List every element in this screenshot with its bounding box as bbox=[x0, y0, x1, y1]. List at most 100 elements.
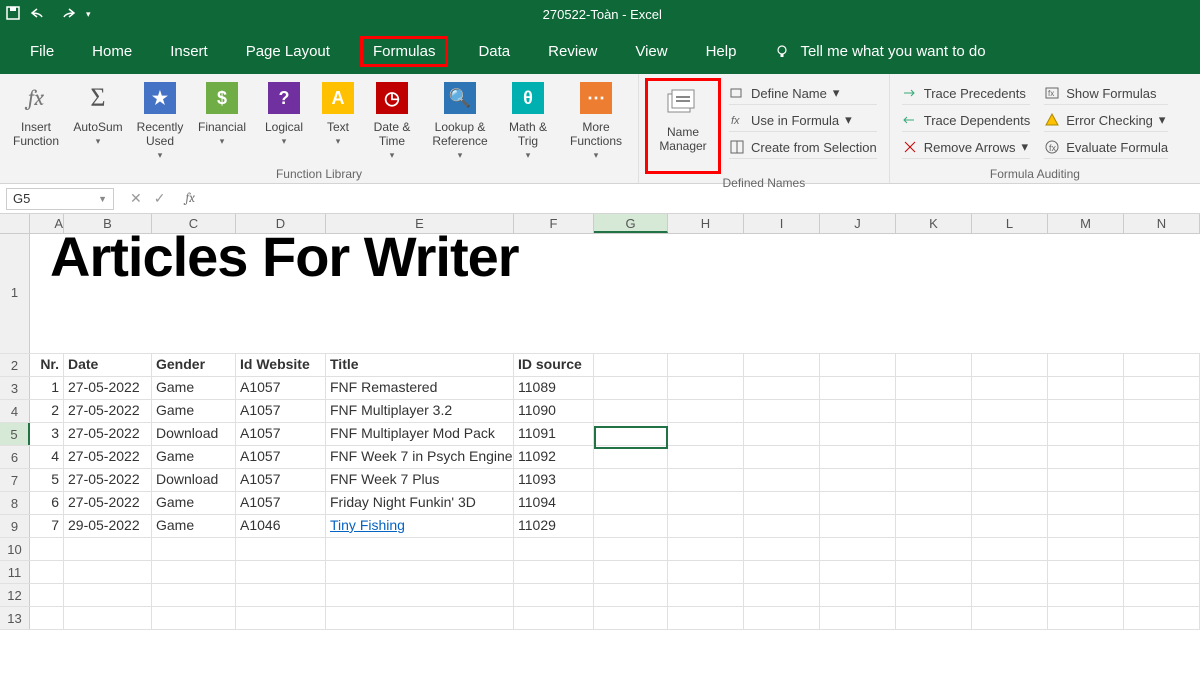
cell[interactable]: 27-05-2022 bbox=[64, 377, 152, 399]
tab-view[interactable]: View bbox=[627, 37, 675, 66]
header-cell[interactable]: ID source bbox=[514, 354, 594, 376]
cell[interactable]: 5 bbox=[30, 469, 64, 491]
cell[interactable]: FNF Remastered bbox=[326, 377, 514, 399]
cell[interactable]: A1057 bbox=[236, 446, 326, 468]
lookup-reference-button[interactable]: 🔍 Lookup & Reference▾ bbox=[424, 78, 496, 164]
trace-precedents-button[interactable]: Trace Precedents bbox=[902, 82, 1030, 105]
cell[interactable]: 11092 bbox=[514, 446, 594, 468]
cell[interactable]: 7 bbox=[30, 515, 64, 537]
row-header[interactable]: 5 bbox=[0, 423, 30, 445]
define-name-button[interactable]: Define Name ▾ bbox=[729, 82, 877, 105]
row-header[interactable]: 10 bbox=[0, 538, 30, 560]
error-checking-button[interactable]: Error Checking ▾ bbox=[1044, 109, 1168, 132]
financial-button[interactable]: $ Financial▾ bbox=[192, 78, 252, 164]
show-formulas-button[interactable]: fxShow Formulas bbox=[1044, 82, 1168, 105]
tab-insert[interactable]: Insert bbox=[162, 37, 216, 66]
cell[interactable]: Download bbox=[152, 423, 236, 445]
cell[interactable]: 3 bbox=[30, 423, 64, 445]
name-manager-button[interactable]: Name Manager bbox=[648, 83, 718, 169]
cell[interactable]: Friday Night Funkin' 3D bbox=[326, 492, 514, 514]
row-header[interactable]: 1 bbox=[0, 234, 30, 353]
cell[interactable]: A1057 bbox=[236, 400, 326, 422]
col-header[interactable]: J bbox=[820, 214, 896, 233]
tell-me[interactable]: Tell me what you want to do bbox=[774, 43, 985, 60]
formula-input[interactable] bbox=[203, 188, 1200, 210]
header-cell[interactable]: Nr. bbox=[30, 354, 64, 376]
cell[interactable] bbox=[594, 400, 668, 422]
date-time-button[interactable]: ◷ Date & Time▾ bbox=[362, 78, 422, 164]
cell[interactable]: Game bbox=[152, 492, 236, 514]
cell[interactable]: 11094 bbox=[514, 492, 594, 514]
header-cell[interactable]: Date bbox=[64, 354, 152, 376]
worksheet[interactable]: A B C D E F G H I J K L M N 1 Articles F… bbox=[0, 214, 1200, 630]
row-header[interactable]: 9 bbox=[0, 515, 30, 537]
cell[interactable]: A1057 bbox=[236, 423, 326, 445]
cell[interactable]: 11029 bbox=[514, 515, 594, 537]
enter-icon[interactable]: ✓ bbox=[154, 190, 166, 207]
cell[interactable] bbox=[594, 446, 668, 468]
col-header[interactable]: K bbox=[896, 214, 972, 233]
cell[interactable]: 11089 bbox=[514, 377, 594, 399]
name-box[interactable]: G5▼ bbox=[6, 188, 114, 210]
more-functions-button[interactable]: ⋯ More Functions▾ bbox=[560, 78, 632, 164]
cell[interactable] bbox=[594, 469, 668, 491]
row-header[interactable]: 13 bbox=[0, 607, 30, 629]
tab-help[interactable]: Help bbox=[698, 37, 745, 66]
title-cell[interactable]: Articles For Writer bbox=[40, 224, 519, 289]
cell[interactable]: 27-05-2022 bbox=[64, 423, 152, 445]
col-header[interactable]: H bbox=[668, 214, 744, 233]
col-header[interactable]: L bbox=[972, 214, 1048, 233]
insert-function-button[interactable]: fx Insert Function bbox=[6, 78, 66, 164]
cell[interactable]: 11093 bbox=[514, 469, 594, 491]
row-header[interactable]: 12 bbox=[0, 584, 30, 606]
remove-arrows-button[interactable]: Remove Arrows ▾ bbox=[902, 136, 1030, 159]
cell[interactable]: A1046 bbox=[236, 515, 326, 537]
tab-page-layout[interactable]: Page Layout bbox=[238, 37, 338, 66]
row-header[interactable]: 11 bbox=[0, 561, 30, 583]
cell[interactable]: 2 bbox=[30, 400, 64, 422]
row-header[interactable]: 4 bbox=[0, 400, 30, 422]
cell[interactable]: 11090 bbox=[514, 400, 594, 422]
cell[interactable] bbox=[594, 377, 668, 399]
cell[interactable]: 27-05-2022 bbox=[64, 492, 152, 514]
math-trig-button[interactable]: θ Math & Trig▾ bbox=[498, 78, 558, 164]
tab-file[interactable]: File bbox=[22, 37, 62, 66]
create-from-selection-button[interactable]: Create from Selection bbox=[729, 136, 877, 159]
tab-formulas[interactable]: Formulas bbox=[360, 36, 449, 67]
cell[interactable]: FNF Week 7 in Psych Engine bbox=[326, 446, 514, 468]
col-header[interactable]: F bbox=[514, 214, 594, 233]
use-in-formula-button[interactable]: fxUse in Formula ▾ bbox=[729, 109, 877, 132]
cell[interactable] bbox=[594, 492, 668, 514]
cell[interactable]: 1 bbox=[30, 377, 64, 399]
cell[interactable]: FNF Week 7 Plus bbox=[326, 469, 514, 491]
cell[interactable]: Tiny Fishing bbox=[326, 515, 514, 537]
cell[interactable]: 29-05-2022 bbox=[64, 515, 152, 537]
cell[interactable]: Game bbox=[152, 446, 236, 468]
cell[interactable]: Game bbox=[152, 400, 236, 422]
text-button[interactable]: A Text▾ bbox=[316, 78, 360, 164]
cell[interactable]: A1057 bbox=[236, 492, 326, 514]
cell[interactable]: FNF Multiplayer Mod Pack bbox=[326, 423, 514, 445]
cell[interactable]: 4 bbox=[30, 446, 64, 468]
cancel-icon[interactable]: ✕ bbox=[130, 190, 142, 207]
cell[interactable]: A1057 bbox=[236, 469, 326, 491]
cell[interactable]: 27-05-2022 bbox=[64, 469, 152, 491]
col-header[interactable]: I bbox=[744, 214, 820, 233]
cell[interactable]: 11091 bbox=[514, 423, 594, 445]
tab-home[interactable]: Home bbox=[84, 37, 140, 66]
cell[interactable]: Game bbox=[152, 377, 236, 399]
tab-review[interactable]: Review bbox=[540, 37, 605, 66]
row-header[interactable]: 3 bbox=[0, 377, 30, 399]
cell[interactable]: Download bbox=[152, 469, 236, 491]
autosum-button[interactable]: Σ AutoSum▾ bbox=[68, 78, 128, 164]
row-header[interactable]: 7 bbox=[0, 469, 30, 491]
redo-icon[interactable] bbox=[58, 6, 76, 23]
cell[interactable]: 6 bbox=[30, 492, 64, 514]
tab-data[interactable]: Data bbox=[470, 37, 518, 66]
header-cell[interactable]: Gender bbox=[152, 354, 236, 376]
cell[interactable]: 27-05-2022 bbox=[64, 446, 152, 468]
col-header[interactable]: N bbox=[1124, 214, 1200, 233]
cell[interactable] bbox=[594, 423, 668, 445]
undo-icon[interactable] bbox=[30, 6, 48, 23]
select-all-corner[interactable] bbox=[0, 214, 30, 233]
